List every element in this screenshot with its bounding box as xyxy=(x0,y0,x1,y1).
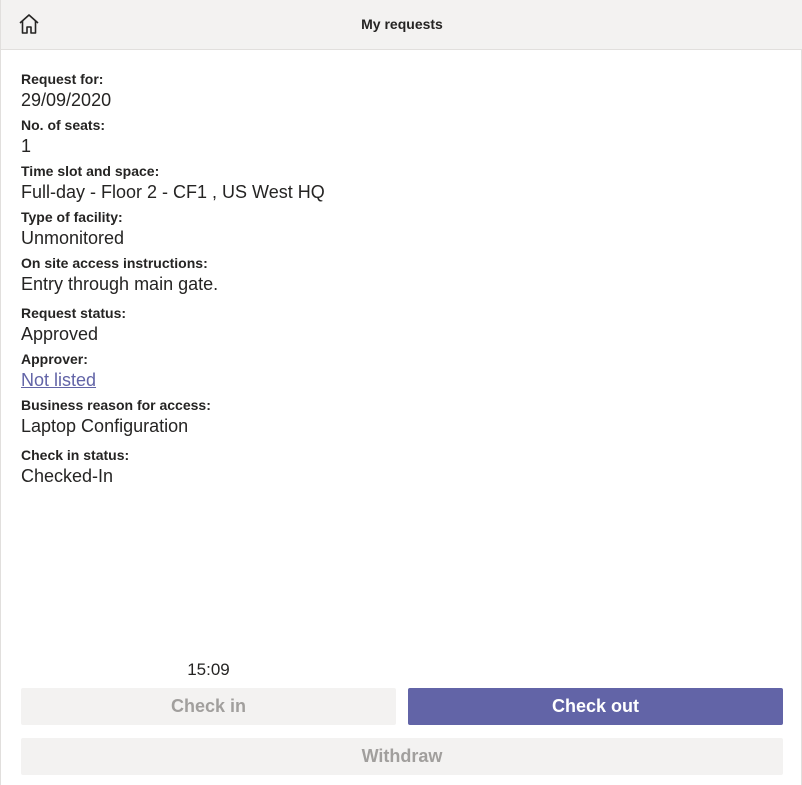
approver-label: Approver: xyxy=(21,351,88,367)
seats-label: No. of seats: xyxy=(21,117,106,133)
request-status-value: Approved xyxy=(21,324,99,344)
seats-value: 1 xyxy=(21,136,32,156)
request-for-value: 29/09/2020 xyxy=(21,90,112,110)
request-details: Request for: 29/09/2020 No. of seats: 1 … xyxy=(21,70,781,492)
approver-link[interactable]: Not listed xyxy=(21,368,781,392)
request-status-label: Request status: xyxy=(21,305,127,321)
app-frame: My requests Request for: 29/09/2020 No. … xyxy=(0,0,802,785)
access-instructions-label: On site access instructions: xyxy=(21,255,208,271)
business-reason-value: Laptop Configuration xyxy=(21,416,189,436)
time-slot-label: Time slot and space: xyxy=(21,163,160,179)
request-for-label: Request for: xyxy=(21,71,104,87)
top-bar: My requests xyxy=(1,0,802,50)
check-in-status-value: Checked-In xyxy=(21,466,114,486)
facility-type-value: Unmonitored xyxy=(21,228,125,248)
check-in-button[interactable]: Check in xyxy=(21,688,396,725)
facility-type-label: Type of facility: xyxy=(21,209,123,225)
access-instructions-value: Entry through main gate. xyxy=(21,274,219,294)
withdraw-button[interactable]: Withdraw xyxy=(21,738,783,775)
current-time: 15:09 xyxy=(187,660,230,679)
time-slot-value: Full-day - Floor 2 - CF1 , US West HQ xyxy=(21,182,325,202)
business-reason-label: Business reason for access: xyxy=(21,397,211,413)
check-in-status-label: Check in status: xyxy=(21,447,130,463)
check-out-button[interactable]: Check out xyxy=(408,688,783,725)
page-title: My requests xyxy=(361,16,443,32)
